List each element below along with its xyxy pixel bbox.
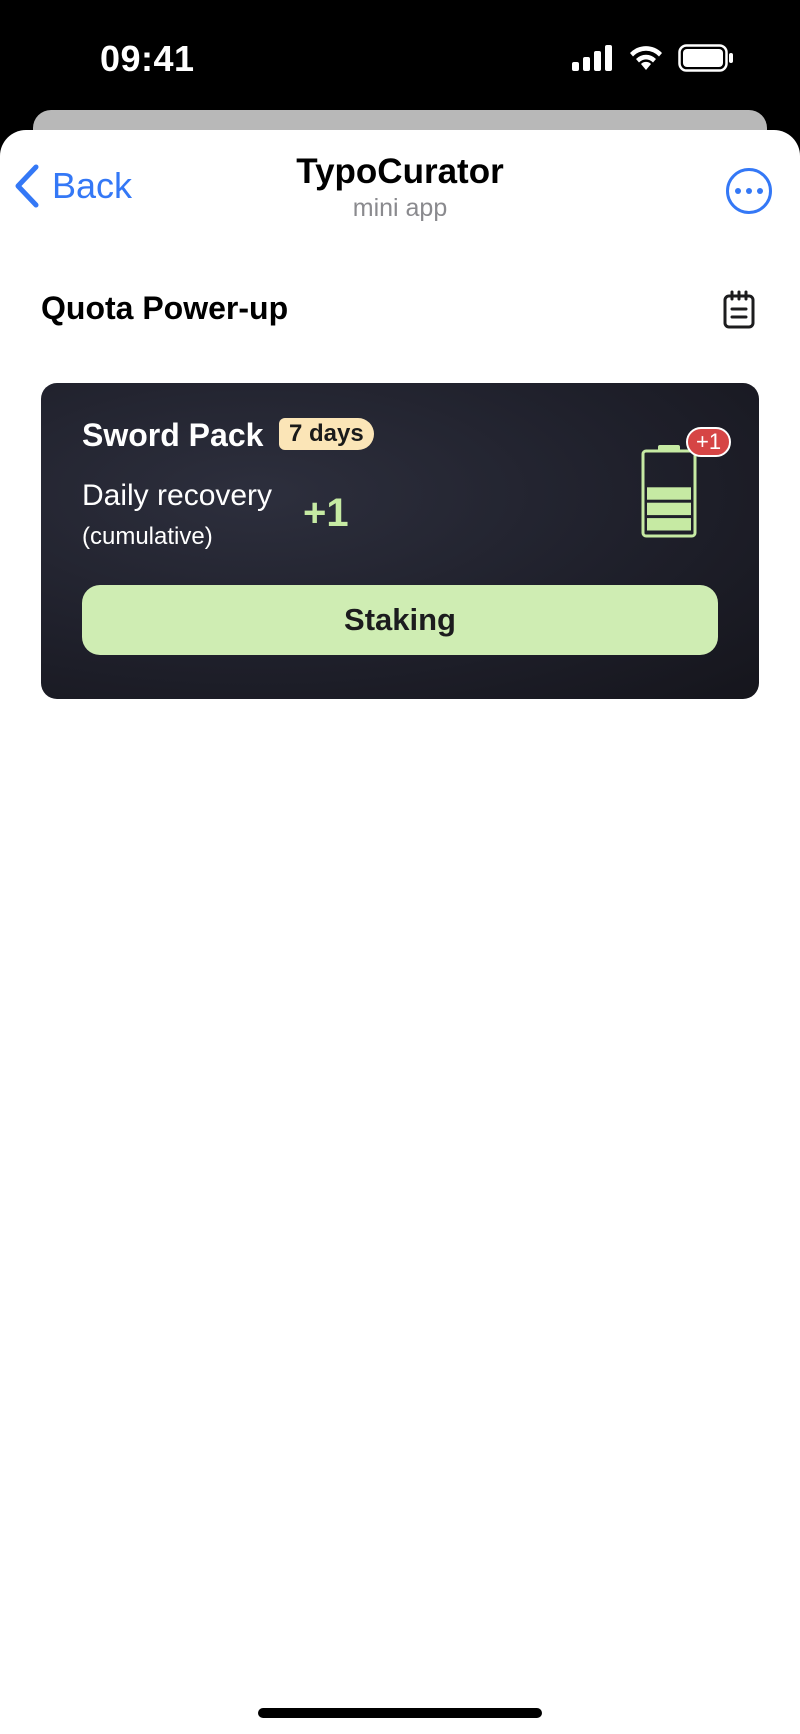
- battery-plus-badge: +1: [686, 427, 732, 457]
- wifi-icon: [630, 46, 662, 70]
- home-indicator: [258, 1708, 542, 1718]
- clipboard-list-icon[interactable]: [722, 290, 756, 330]
- status-battery-icon: [678, 44, 733, 72]
- battery-segment: [647, 518, 691, 531]
- more-dot: [746, 188, 752, 194]
- pack-name: Sword Pack: [82, 417, 264, 453]
- cellular-signal-icon: [572, 45, 612, 71]
- power-up-card: Sword Pack 7 days Daily recovery (cumula…: [41, 383, 759, 699]
- battery-fill: [647, 487, 691, 531]
- status-bar: 09:41: [0, 0, 800, 110]
- staking-button[interactable]: Staking: [82, 585, 718, 655]
- app-title: TypoCurator: [296, 152, 504, 191]
- battery-segment: [647, 502, 691, 516]
- more-dot: [735, 188, 741, 194]
- mini-app-sheet: Back TypoCurator mini app Quota Power-up…: [0, 130, 800, 1734]
- status-time: 09:41: [100, 38, 195, 79]
- app-subtitle: mini app: [352, 194, 448, 222]
- recovery-value: +1: [303, 491, 349, 535]
- recovery-sublabel: (cumulative): [82, 523, 213, 550]
- section-title: Quota Power-up: [41, 290, 289, 326]
- more-dot: [757, 188, 763, 194]
- recovery-label: Daily recovery: [82, 479, 273, 512]
- more-button[interactable]: [726, 168, 772, 214]
- battery-segment: [647, 487, 691, 500]
- duration-badge: 7 days: [279, 418, 374, 450]
- battery-icon: [641, 445, 697, 538]
- status-icons: [572, 44, 734, 72]
